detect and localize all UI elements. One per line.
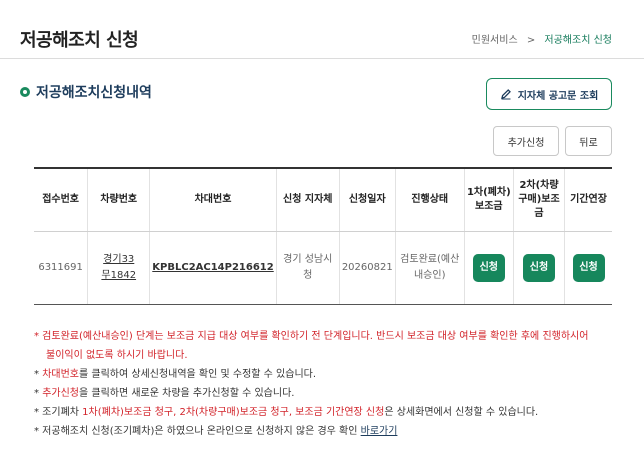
note-offline-text: * 저공해조치 신청(조기폐차)은 하였으나 온라인으로 신청하지 않은 경우 … bbox=[34, 426, 361, 437]
status-cell: 검토완료(예산내승인) bbox=[394, 231, 465, 305]
note-vin-prefix: * bbox=[34, 369, 43, 380]
breadcrumb-item-civil-service[interactable]: 민원서비스 bbox=[472, 35, 518, 46]
col-region: 신청 지자체 bbox=[275, 167, 340, 232]
note-add-rest: 을 클릭하면 새로운 차량을 추가신청할 수 있습니다. bbox=[79, 388, 295, 399]
note-add: * 추가신청을 클릭하면 새로운 차량을 추가신청할 수 있습니다. bbox=[34, 384, 614, 403]
note-early-scrap-em: 1차(폐차)보조금 청구, 2차(차량구매)보조금 청구, 보조금 기간연장 신… bbox=[82, 407, 385, 418]
note-review-warning: * 검토완료(예산내승인) 단계는 보조금 지급 대상 여부를 확인하기 전 단… bbox=[34, 327, 614, 365]
notes-list: * 검토완료(예산내승인) 단계는 보조금 지급 대상 여부를 확인하기 전 단… bbox=[34, 327, 614, 441]
note-vin: * 차대번호를 클릭하여 상세신청내역을 확인 및 수정할 수 있습니다. bbox=[34, 365, 614, 384]
pencil-icon bbox=[500, 89, 511, 100]
col-status: 진행상태 bbox=[394, 167, 465, 232]
subsidy-2-cell: 신청 bbox=[512, 231, 565, 305]
section-title-text: 저공해조치신청내역 bbox=[36, 85, 152, 101]
note-early-scrap: * 조기폐차 1차(폐차)보조금 청구, 2차(차량구매)보조금 청구, 보조금… bbox=[34, 403, 614, 422]
note-add-prefix: * bbox=[34, 388, 43, 399]
col-date: 신청일자 bbox=[338, 167, 396, 232]
subsidy-1-cell: 신청 bbox=[463, 231, 514, 305]
table-row: 6311691 경기33 무1842 KPBLC2AC14P216612 경기 … bbox=[34, 231, 612, 305]
page-header: 저공해조치 신청 민원서비스 > 저공해조치 신청 bbox=[0, 0, 644, 59]
plate-no-cell[interactable]: 경기33 무1842 bbox=[87, 231, 150, 305]
notice-lookup-button[interactable]: 지자체 공고문 조회 bbox=[486, 78, 612, 110]
note-review-line2: 불이익이 없도록 하시기 바랍니다. bbox=[46, 350, 188, 361]
note-vin-em: 차대번호 bbox=[42, 369, 79, 380]
col-receipt-no: 접수번호 bbox=[34, 167, 88, 232]
col-extension: 기간연장 bbox=[564, 167, 612, 232]
note-early-scrap-c: 은 상세화면에서 신청할 수 있습니다. bbox=[384, 407, 539, 418]
col-plate-no: 차량번호 bbox=[87, 167, 150, 232]
receipt-no-cell: 6311691 bbox=[34, 231, 88, 305]
extension-cell: 신청 bbox=[564, 231, 612, 305]
note-vin-rest: 를 클릭하여 상세신청내역을 확인 및 수정할 수 있습니다. bbox=[79, 369, 317, 380]
bullet-ring-icon bbox=[20, 87, 30, 97]
col-vin: 차대번호 bbox=[149, 167, 277, 232]
breadcrumb-separator: > bbox=[526, 35, 536, 46]
breadcrumb-item-current[interactable]: 저공해조치 신청 bbox=[544, 35, 612, 46]
extension-apply-button[interactable]: 신청 bbox=[572, 253, 605, 282]
page-title: 저공해조치 신청 bbox=[20, 30, 139, 51]
note-review-line1: * 검토완료(예산내승인) 단계는 보조금 지급 대상 여부를 확인하기 전 단… bbox=[34, 331, 589, 342]
note-early-scrap-a: * 조기폐차 bbox=[34, 407, 83, 418]
back-button[interactable]: 뒤로 bbox=[565, 126, 612, 156]
applications-table: 접수번호 차량번호 차대번호 신청 지자체 신청일자 진행상태 1차(폐차)보조… bbox=[34, 167, 612, 305]
notice-lookup-label: 지자체 공고문 조회 bbox=[517, 90, 599, 102]
subsidy-1-apply-button[interactable]: 신청 bbox=[472, 253, 505, 282]
col-subsidy-1: 1차(폐차)보조금 bbox=[463, 167, 514, 232]
plate-no-link-line1[interactable]: 경기33 bbox=[103, 254, 134, 265]
subsidy-2-apply-button[interactable]: 신청 bbox=[523, 253, 555, 282]
breadcrumb: 민원서비스 > 저공해조치 신청 bbox=[472, 31, 612, 46]
plate-no-link-line2[interactable]: 무1842 bbox=[101, 270, 136, 281]
vin-link[interactable]: KPBLC2AC14P216612 bbox=[152, 262, 273, 273]
note-offline: * 저공해조치 신청(조기폐차)은 하였으나 온라인으로 신청하지 않은 경우 … bbox=[34, 422, 614, 441]
col-subsidy-2: 2차(차량구매)보조금 bbox=[512, 167, 565, 232]
vin-cell: KPBLC2AC14P216612 bbox=[149, 231, 277, 305]
date-cell: 20260821 bbox=[338, 231, 396, 305]
region-cell: 경기 성남시청 bbox=[275, 231, 340, 305]
table-header-row: 접수번호 차량번호 차대번호 신청 지자체 신청일자 진행상태 1차(폐차)보조… bbox=[34, 167, 612, 232]
section-title: 저공해조치신청내역 bbox=[20, 82, 152, 102]
note-add-em: 추가신청 bbox=[42, 388, 79, 399]
add-application-button[interactable]: 추가신청 bbox=[493, 126, 559, 156]
shortcut-link[interactable]: 바로가기 bbox=[361, 426, 398, 437]
